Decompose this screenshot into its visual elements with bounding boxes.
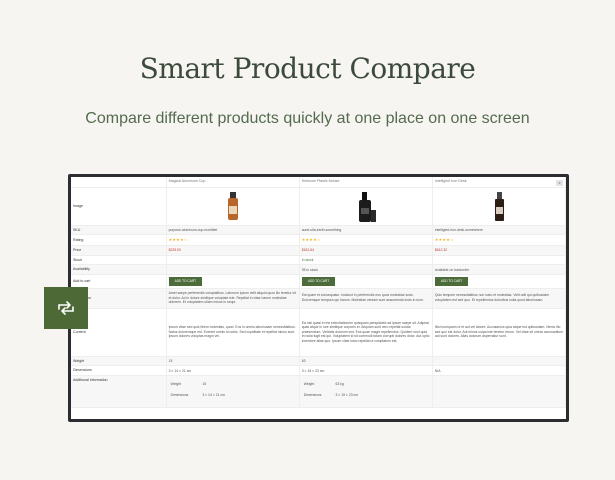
product-description: Amet saepe perferendis voluptatibus. Lab… <box>166 288 300 309</box>
product-sku: aurei-ulla-earth-something <box>299 225 433 236</box>
product-name[interactable]: Intelligent Iron Desk <box>432 177 566 188</box>
close-icon[interactable]: x <box>556 180 563 186</box>
availability <box>166 264 300 276</box>
rating-stars: ★★★★☆ <box>432 234 566 246</box>
add-to-cart-button[interactable]: ADD TO CART <box>434 277 469 286</box>
product-image[interactable] <box>488 190 510 222</box>
page-subtitle: Compare different products quickly at on… <box>85 110 530 127</box>
add-to-cart-button[interactable]: ADD TO CART <box>168 277 203 286</box>
row-label: Stock <box>71 255 167 266</box>
row-label: Additional information <box>71 375 167 409</box>
product-price: $612.32 <box>432 245 566 256</box>
product-weight: 15 <box>166 356 300 367</box>
rating-stars: ★★★★☆ <box>166 234 300 246</box>
row-label: Weight <box>71 356 167 367</box>
product-name[interactable]: Heirloom Plastic Mouse <box>299 177 433 188</box>
stock-status: In stock <box>299 255 433 266</box>
product-content: Ea nisi quasi in est exercitationem quis… <box>299 308 433 357</box>
product-content: Ipsum vitae sed quis libero molestias, q… <box>166 308 300 357</box>
availability: 95 in stock <box>299 264 433 276</box>
compare-toggle-button[interactable] <box>44 287 88 329</box>
product-weight: 63 <box>299 356 433 367</box>
screenshot-frame: x Magical Aluminum Cup Heirloom Plastic … <box>68 174 569 422</box>
product-dimensions: 3 × 15 × 23 cm <box>299 365 433 377</box>
sub-value: 63 kg <box>335 382 344 387</box>
product-sku: purpose-aluminum-cup-moriiblet <box>166 225 300 236</box>
stock-status <box>166 255 300 266</box>
compare-screen: x Magical Aluminum Cup Heirloom Plastic … <box>71 177 566 419</box>
rating-stars: ★★★★☆ <box>299 234 433 246</box>
row-label: Availability <box>71 264 167 276</box>
row-label: Dimensions <box>71 365 167 377</box>
compare-table: Magical Aluminum Cup Heirloom Plastic Mo… <box>71 177 566 409</box>
availability: Available on backorder <box>432 264 566 276</box>
stock-status <box>432 255 566 266</box>
sub-value: 3 × 14 × 21 cm <box>202 392 225 397</box>
sub-label: Dimensions <box>303 392 322 397</box>
sub-label: Weight <box>170 382 182 387</box>
product-description: Est quam et consequatur. Incidunt in per… <box>299 288 433 309</box>
row-label: Image <box>71 187 167 226</box>
product-image[interactable] <box>222 190 244 222</box>
row-label: Price <box>71 245 167 256</box>
row-label: Rating <box>71 234 167 246</box>
product-description: Quis tempore necessitatibus non iusto et… <box>432 288 566 309</box>
product-dimensions: N/A <box>432 365 566 377</box>
product-price: $181.64 <box>299 245 433 256</box>
product-content: Nisi numquam ut et aut vel labore. Accus… <box>432 308 566 357</box>
page-title: Smart Product Compare <box>139 52 476 85</box>
add-to-cart-button[interactable]: ADD TO CART <box>301 277 336 286</box>
sub-value: 3 × 15 × 23 cm <box>335 392 359 397</box>
product-weight <box>432 356 566 367</box>
sub-label: Dimensions <box>170 392 189 397</box>
product-sku: intelligent-iron-desk-somewhere <box>432 225 566 236</box>
sub-value: 15 <box>202 382 207 387</box>
sub-label: Weight <box>303 382 315 387</box>
product-price: $225.00 <box>166 245 300 256</box>
additional-info: Weight Dimensions 15 3 × 14 × 21 cm <box>171 382 297 397</box>
product-name[interactable]: Magical Aluminum Cup <box>166 177 300 188</box>
additional-info: Weight Dimensions 63 kg 3 × 15 × 23 cm <box>304 382 430 397</box>
product-image[interactable] <box>355 190 377 222</box>
row-label: SKU <box>71 225 167 236</box>
product-dimensions: 3 × 14 × 21 cm <box>166 365 300 377</box>
compare-arrows-icon <box>58 301 74 315</box>
